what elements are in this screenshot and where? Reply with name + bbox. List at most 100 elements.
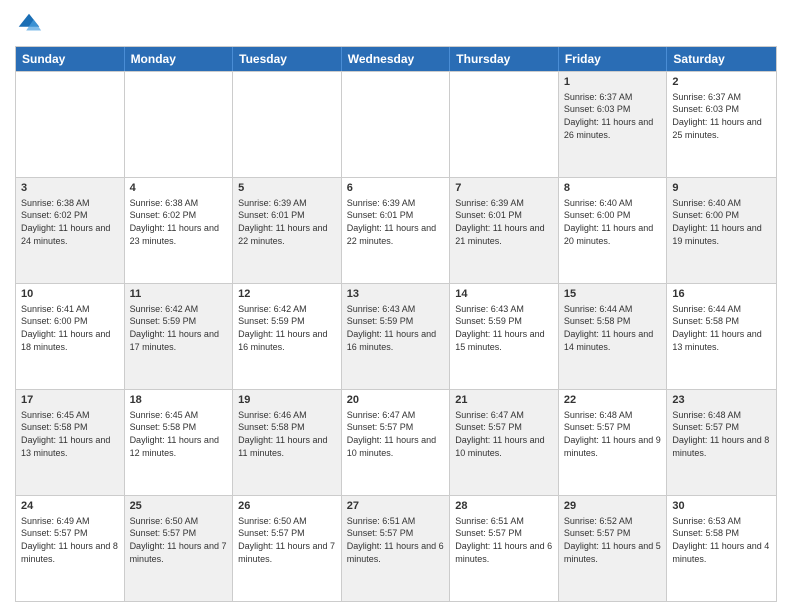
day-number: 6: [347, 181, 445, 196]
day-info: Sunrise: 6:38 AM Sunset: 6:02 PM Dayligh…: [130, 197, 228, 247]
calendar-cell: 14Sunrise: 6:43 AM Sunset: 5:59 PM Dayli…: [450, 284, 559, 389]
day-number: 8: [564, 181, 662, 196]
day-info: Sunrise: 6:53 AM Sunset: 5:58 PM Dayligh…: [672, 515, 771, 565]
header-cell-sunday: Sunday: [16, 47, 125, 71]
day-number: 2: [672, 75, 771, 90]
calendar-cell: 23Sunrise: 6:48 AM Sunset: 5:57 PM Dayli…: [667, 390, 776, 495]
calendar-cell: [125, 72, 234, 177]
calendar-cell: 9Sunrise: 6:40 AM Sunset: 6:00 PM Daylig…: [667, 178, 776, 283]
calendar-cell: 19Sunrise: 6:46 AM Sunset: 5:58 PM Dayli…: [233, 390, 342, 495]
day-number: 15: [564, 287, 662, 302]
day-info: Sunrise: 6:49 AM Sunset: 5:57 PM Dayligh…: [21, 515, 119, 565]
day-info: Sunrise: 6:39 AM Sunset: 6:01 PM Dayligh…: [455, 197, 553, 247]
calendar-cell: [233, 72, 342, 177]
day-info: Sunrise: 6:40 AM Sunset: 6:00 PM Dayligh…: [672, 197, 771, 247]
header-cell-thursday: Thursday: [450, 47, 559, 71]
day-number: 11: [130, 287, 228, 302]
day-info: Sunrise: 6:42 AM Sunset: 5:59 PM Dayligh…: [238, 303, 336, 353]
day-info: Sunrise: 6:51 AM Sunset: 5:57 PM Dayligh…: [347, 515, 445, 565]
calendar-cell: 21Sunrise: 6:47 AM Sunset: 5:57 PM Dayli…: [450, 390, 559, 495]
day-number: 17: [21, 393, 119, 408]
day-info: Sunrise: 6:45 AM Sunset: 5:58 PM Dayligh…: [130, 409, 228, 459]
day-number: 30: [672, 499, 771, 514]
day-info: Sunrise: 6:37 AM Sunset: 6:03 PM Dayligh…: [672, 91, 771, 141]
day-number: 10: [21, 287, 119, 302]
calendar-cell: 15Sunrise: 6:44 AM Sunset: 5:58 PM Dayli…: [559, 284, 668, 389]
calendar-cell: 17Sunrise: 6:45 AM Sunset: 5:58 PM Dayli…: [16, 390, 125, 495]
day-number: 27: [347, 499, 445, 514]
calendar-cell: 28Sunrise: 6:51 AM Sunset: 5:57 PM Dayli…: [450, 496, 559, 601]
day-info: Sunrise: 6:50 AM Sunset: 5:57 PM Dayligh…: [238, 515, 336, 565]
calendar-row-3: 17Sunrise: 6:45 AM Sunset: 5:58 PM Dayli…: [16, 389, 776, 495]
day-number: 9: [672, 181, 771, 196]
header-cell-saturday: Saturday: [667, 47, 776, 71]
calendar-cell: [342, 72, 451, 177]
day-info: Sunrise: 6:39 AM Sunset: 6:01 PM Dayligh…: [238, 197, 336, 247]
calendar-cell: 3Sunrise: 6:38 AM Sunset: 6:02 PM Daylig…: [16, 178, 125, 283]
day-info: Sunrise: 6:44 AM Sunset: 5:58 PM Dayligh…: [564, 303, 662, 353]
day-number: 4: [130, 181, 228, 196]
header: [15, 10, 777, 38]
day-number: 23: [672, 393, 771, 408]
day-info: Sunrise: 6:48 AM Sunset: 5:57 PM Dayligh…: [564, 409, 662, 459]
day-info: Sunrise: 6:42 AM Sunset: 5:59 PM Dayligh…: [130, 303, 228, 353]
calendar-cell: 26Sunrise: 6:50 AM Sunset: 5:57 PM Dayli…: [233, 496, 342, 601]
calendar-cell: 24Sunrise: 6:49 AM Sunset: 5:57 PM Dayli…: [16, 496, 125, 601]
day-info: Sunrise: 6:47 AM Sunset: 5:57 PM Dayligh…: [347, 409, 445, 459]
calendar-cell: 7Sunrise: 6:39 AM Sunset: 6:01 PM Daylig…: [450, 178, 559, 283]
header-cell-wednesday: Wednesday: [342, 47, 451, 71]
day-number: 16: [672, 287, 771, 302]
day-number: 7: [455, 181, 553, 196]
day-info: Sunrise: 6:52 AM Sunset: 5:57 PM Dayligh…: [564, 515, 662, 565]
day-info: Sunrise: 6:40 AM Sunset: 6:00 PM Dayligh…: [564, 197, 662, 247]
day-number: 14: [455, 287, 553, 302]
calendar-cell: 20Sunrise: 6:47 AM Sunset: 5:57 PM Dayli…: [342, 390, 451, 495]
calendar-cell: 5Sunrise: 6:39 AM Sunset: 6:01 PM Daylig…: [233, 178, 342, 283]
calendar: SundayMondayTuesdayWednesdayThursdayFrid…: [15, 46, 777, 602]
day-info: Sunrise: 6:47 AM Sunset: 5:57 PM Dayligh…: [455, 409, 553, 459]
day-number: 26: [238, 499, 336, 514]
day-number: 29: [564, 499, 662, 514]
calendar-cell: 12Sunrise: 6:42 AM Sunset: 5:59 PM Dayli…: [233, 284, 342, 389]
day-info: Sunrise: 6:38 AM Sunset: 6:02 PM Dayligh…: [21, 197, 119, 247]
header-cell-friday: Friday: [559, 47, 668, 71]
header-cell-monday: Monday: [125, 47, 234, 71]
calendar-body: 1Sunrise: 6:37 AM Sunset: 6:03 PM Daylig…: [16, 71, 776, 601]
day-info: Sunrise: 6:46 AM Sunset: 5:58 PM Dayligh…: [238, 409, 336, 459]
day-number: 18: [130, 393, 228, 408]
day-number: 22: [564, 393, 662, 408]
day-number: 28: [455, 499, 553, 514]
header-cell-tuesday: Tuesday: [233, 47, 342, 71]
day-info: Sunrise: 6:43 AM Sunset: 5:59 PM Dayligh…: [347, 303, 445, 353]
calendar-cell: 16Sunrise: 6:44 AM Sunset: 5:58 PM Dayli…: [667, 284, 776, 389]
day-info: Sunrise: 6:37 AM Sunset: 6:03 PM Dayligh…: [564, 91, 662, 141]
calendar-cell: 10Sunrise: 6:41 AM Sunset: 6:00 PM Dayli…: [16, 284, 125, 389]
day-info: Sunrise: 6:45 AM Sunset: 5:58 PM Dayligh…: [21, 409, 119, 459]
calendar-cell: [450, 72, 559, 177]
calendar-cell: 6Sunrise: 6:39 AM Sunset: 6:01 PM Daylig…: [342, 178, 451, 283]
day-number: 20: [347, 393, 445, 408]
calendar-row-4: 24Sunrise: 6:49 AM Sunset: 5:57 PM Dayli…: [16, 495, 776, 601]
calendar-cell: 18Sunrise: 6:45 AM Sunset: 5:58 PM Dayli…: [125, 390, 234, 495]
day-number: 5: [238, 181, 336, 196]
calendar-cell: 2Sunrise: 6:37 AM Sunset: 6:03 PM Daylig…: [667, 72, 776, 177]
calendar-cell: 8Sunrise: 6:40 AM Sunset: 6:00 PM Daylig…: [559, 178, 668, 283]
day-number: 1: [564, 75, 662, 90]
day-info: Sunrise: 6:43 AM Sunset: 5:59 PM Dayligh…: [455, 303, 553, 353]
calendar-cell: 30Sunrise: 6:53 AM Sunset: 5:58 PM Dayli…: [667, 496, 776, 601]
day-number: 3: [21, 181, 119, 196]
day-info: Sunrise: 6:50 AM Sunset: 5:57 PM Dayligh…: [130, 515, 228, 565]
day-number: 12: [238, 287, 336, 302]
calendar-row-0: 1Sunrise: 6:37 AM Sunset: 6:03 PM Daylig…: [16, 71, 776, 177]
calendar-cell: 1Sunrise: 6:37 AM Sunset: 6:03 PM Daylig…: [559, 72, 668, 177]
day-number: 25: [130, 499, 228, 514]
logo-icon: [15, 10, 43, 38]
day-info: Sunrise: 6:39 AM Sunset: 6:01 PM Dayligh…: [347, 197, 445, 247]
calendar-cell: 11Sunrise: 6:42 AM Sunset: 5:59 PM Dayli…: [125, 284, 234, 389]
day-number: 19: [238, 393, 336, 408]
day-info: Sunrise: 6:41 AM Sunset: 6:00 PM Dayligh…: [21, 303, 119, 353]
day-number: 24: [21, 499, 119, 514]
calendar-cell: 13Sunrise: 6:43 AM Sunset: 5:59 PM Dayli…: [342, 284, 451, 389]
logo: [15, 10, 47, 38]
day-number: 13: [347, 287, 445, 302]
